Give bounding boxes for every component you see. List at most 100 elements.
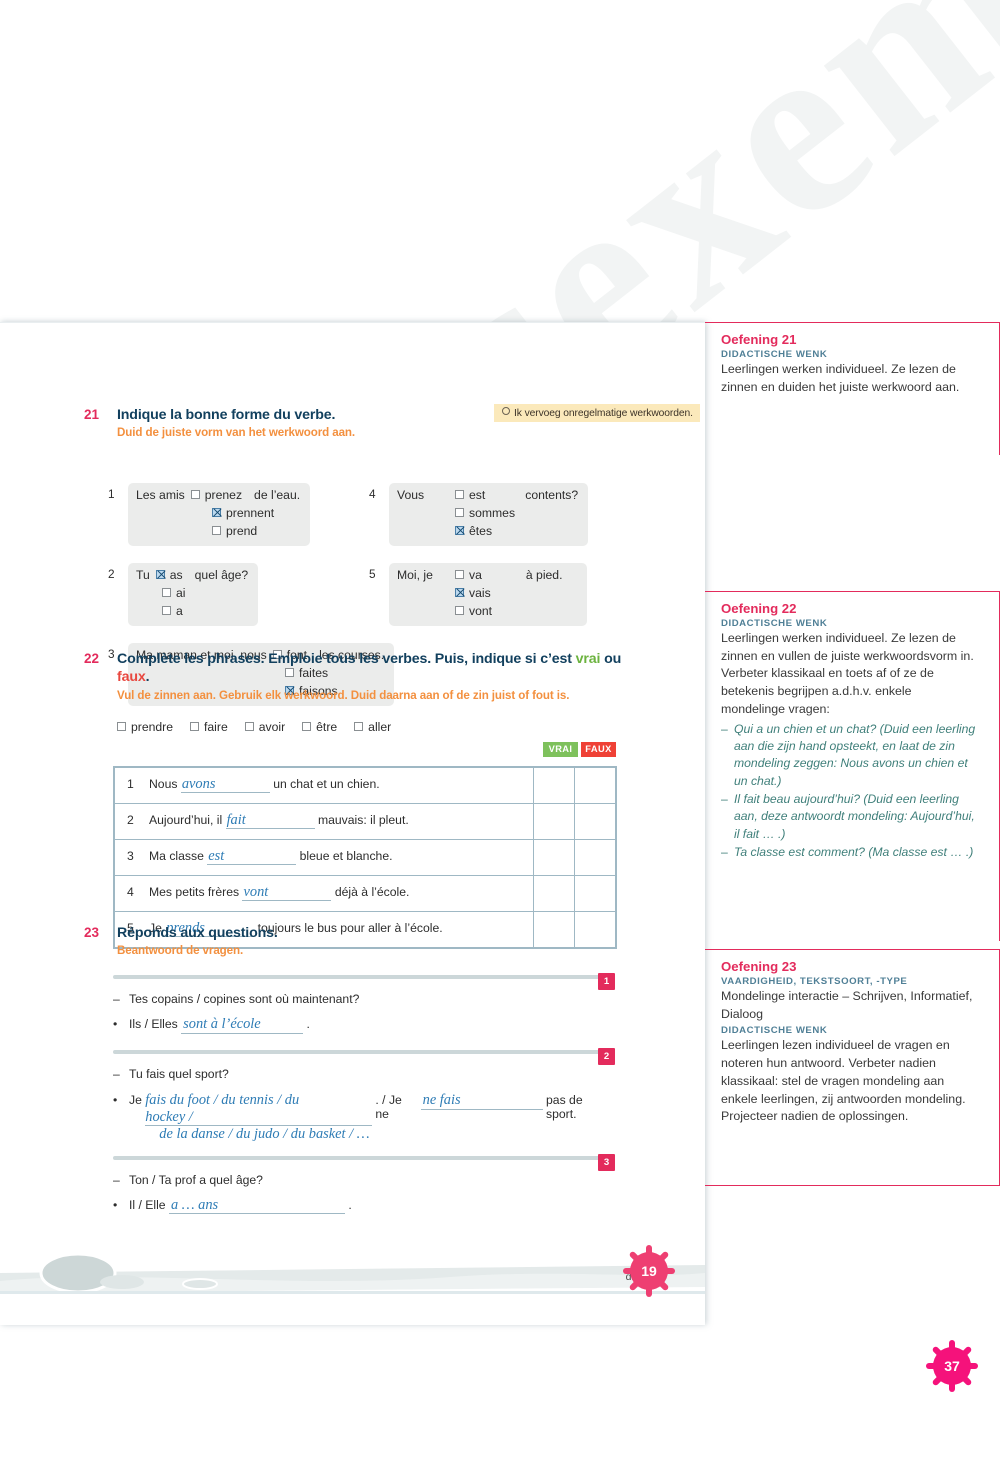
qa-answer-2-field2[interactable]: ne fais: [420, 1092, 543, 1110]
row-3-vrai-cell[interactable]: [533, 838, 575, 876]
row-1-answer[interactable]: avons: [180, 776, 270, 794]
tip-text: Ik vervoeg onregelmatige werkwoorden.: [514, 408, 693, 419]
checkbox-2-1[interactable]: [162, 587, 171, 597]
exercise-23-title: Réponds aux questions.: [117, 925, 278, 941]
row-3-faux-cell[interactable]: [574, 838, 616, 876]
checkbox-prendre[interactable]: [117, 721, 126, 731]
row-2-faux-cell[interactable]: [574, 802, 616, 840]
qa-answer-3: • Il / Elle a … ans .: [113, 1197, 614, 1215]
option-1-1: prennent: [226, 505, 275, 520]
checkbox-2-0[interactable]: [155, 570, 165, 580]
option-5-1: vais: [469, 585, 491, 600]
dash-marker: –: [113, 1066, 120, 1081]
teacher-note-23-kicker-1: VAARDIGHEID, TEKSTSOORT, -TYPE: [721, 976, 908, 987]
bullet-marker: •: [113, 1197, 118, 1212]
checkbox-avoir[interactable]: [244, 721, 254, 731]
teacher-note-23-title: Oefening 23: [721, 959, 797, 974]
row-3-before: Ma classe: [149, 848, 204, 863]
qa-answer-2-field[interactable]: fais du foot / du tennis / du hockey / de…: [145, 1092, 373, 1143]
verb-option-avoir[interactable]: avoir: [244, 720, 285, 734]
exercise-22-title-vrai: vrai: [575, 651, 601, 667]
teacher-note-23-body-2: Leerlingen lezen individueel de vragen e…: [721, 1038, 966, 1124]
row-4-faux-cell[interactable]: [574, 874, 616, 912]
teacher-note-22-bullets: Qui a un chien et un chat? (Duid een lee…: [721, 721, 977, 862]
circle-icon: [502, 407, 510, 415]
exercise-22-title-ou: ou: [600, 651, 622, 667]
row-1-before: Nous: [149, 776, 178, 791]
teacher-note-21-title: Oefening 21: [721, 332, 797, 347]
exercise-21: 2 1 Indique la bonne forme du verbe. Duid…: [84, 404, 700, 706]
exercise-22-header: 22 Complète les phrases. Emploie tous le…: [84, 650, 624, 704]
checkbox-1-1[interactable]: [212, 507, 221, 517]
table-row: 1 Nous avons un chat et un chien.: [114, 766, 616, 804]
qa-answer-1: • Ils / Elles sont à l’école .: [113, 1016, 614, 1034]
row-4-answer[interactable]: vont: [242, 884, 332, 902]
verb-option-etre[interactable]: être: [302, 720, 337, 734]
checkbox-1-0[interactable]: [190, 490, 200, 500]
checkbox-aller[interactable]: [354, 721, 364, 731]
exercise-21-title: Indique la bonne forme du verbe.: [117, 407, 336, 423]
row-4-number: 4: [127, 884, 134, 899]
exercise-23-header: 23 Réponds aux questions. Beantwoord de …: [84, 924, 624, 959]
question-2-number: 2: [108, 567, 115, 582]
qa-badge-2: 2: [598, 1047, 615, 1065]
option-1-0: prenez: [204, 488, 243, 503]
exercise-21-subtitle: Duid de juiste vorm van het werkwoord aa…: [117, 426, 356, 440]
question-4-tail: contents?: [525, 488, 579, 503]
checkbox-faire[interactable]: [190, 721, 200, 731]
column-header-vrai: VRAI: [543, 741, 578, 757]
qa-question-1-text: Tes copains / copines sont où maintenant…: [129, 992, 360, 1007]
question-2: 2 Tu as quel âge? ai a: [108, 563, 259, 626]
checkbox-1-2[interactable]: [212, 525, 221, 535]
verb-option-prendre[interactable]: prendre: [117, 720, 173, 734]
teacher-note-21-kicker: DIDACTISCHE WENK: [721, 349, 828, 360]
option-2-0: as: [169, 568, 183, 583]
verb-options: prendre faire avoir être aller: [84, 720, 624, 734]
vrai-faux-header: VRAI FAUX: [543, 741, 616, 757]
qa-answer-1-field[interactable]: sont à l’école: [181, 1016, 304, 1034]
option-5-0: va: [469, 568, 482, 583]
row-2-answer[interactable]: fait: [225, 812, 315, 830]
option-4-0: est: [469, 488, 486, 503]
qa-answer-1-suffix: .: [306, 1017, 310, 1032]
qa-block-1: 1 – Tes copains / copines sont où mainte…: [113, 973, 615, 1034]
row-4-after: déjà à l’école.: [334, 884, 410, 899]
checkbox-5-2[interactable]: [455, 605, 464, 615]
checkbox-etre[interactable]: [302, 721, 312, 731]
checkbox-2-2[interactable]: [162, 605, 171, 615]
list-item: Qui a un chien et un chat? (Duid een lee…: [721, 721, 977, 790]
option-2-2: a: [176, 603, 183, 618]
question-5-number: 5: [369, 567, 376, 582]
checkbox-5-0[interactable]: [455, 570, 464, 580]
row-3-after: bleue et blanche.: [299, 848, 393, 863]
dash-marker: –: [113, 992, 120, 1007]
teacher-note-21: Oefening 21 DIDACTISCHE WENK Leerlingen …: [705, 322, 1000, 455]
exercise-22-number: 22: [84, 651, 100, 666]
row-1-vrai-cell[interactable]: [533, 766, 575, 804]
verb-option-aller[interactable]: aller: [354, 720, 391, 734]
row-2-vrai-cell[interactable]: [533, 802, 575, 840]
qa-block-3: 3 – Ton / Ta prof a quel âge? • Il / Ell…: [113, 1153, 615, 1215]
verb-option-faire[interactable]: faire: [190, 720, 228, 734]
dash-marker: –: [113, 1172, 120, 1187]
qa-answer-2-line2: de la danse / du judo / du basket / …: [159, 1126, 370, 1143]
qa-answer-3-field[interactable]: a … ans: [168, 1197, 345, 1215]
checkbox-4-1[interactable]: [455, 507, 464, 517]
table-row: 3 Ma classe est bleue et blanche.: [114, 838, 616, 876]
row-1-faux-cell[interactable]: [574, 766, 616, 804]
exercise-22-title-end: .: [145, 669, 150, 686]
row-3-answer[interactable]: est: [207, 848, 297, 866]
checkbox-5-1[interactable]: [455, 587, 464, 597]
qa-badge-1: 1: [598, 973, 615, 991]
checkbox-4-0[interactable]: [455, 490, 464, 500]
question-1-number: 1: [108, 487, 115, 502]
row-4-vrai-cell[interactable]: [533, 874, 575, 912]
option-4-1: sommes: [469, 505, 516, 520]
teacher-note-23: Oefening 23 VAARDIGHEID, TEKSTSOORT, -TY…: [705, 949, 1000, 1186]
teacher-notes-column: Oefening 21 DIDACTISCHE WENK Leerlingen …: [705, 322, 1000, 1186]
question-5: 5 Moi, je va à pied. vais vont: [369, 563, 587, 626]
checkbox-4-2[interactable]: [455, 525, 464, 535]
question-1-tail: de l’eau.: [254, 488, 301, 503]
qa-answer-3-prefix: Il / Elle: [129, 1197, 166, 1212]
qa-question-3: – Ton / Ta prof a quel âge?: [113, 1173, 614, 1187]
